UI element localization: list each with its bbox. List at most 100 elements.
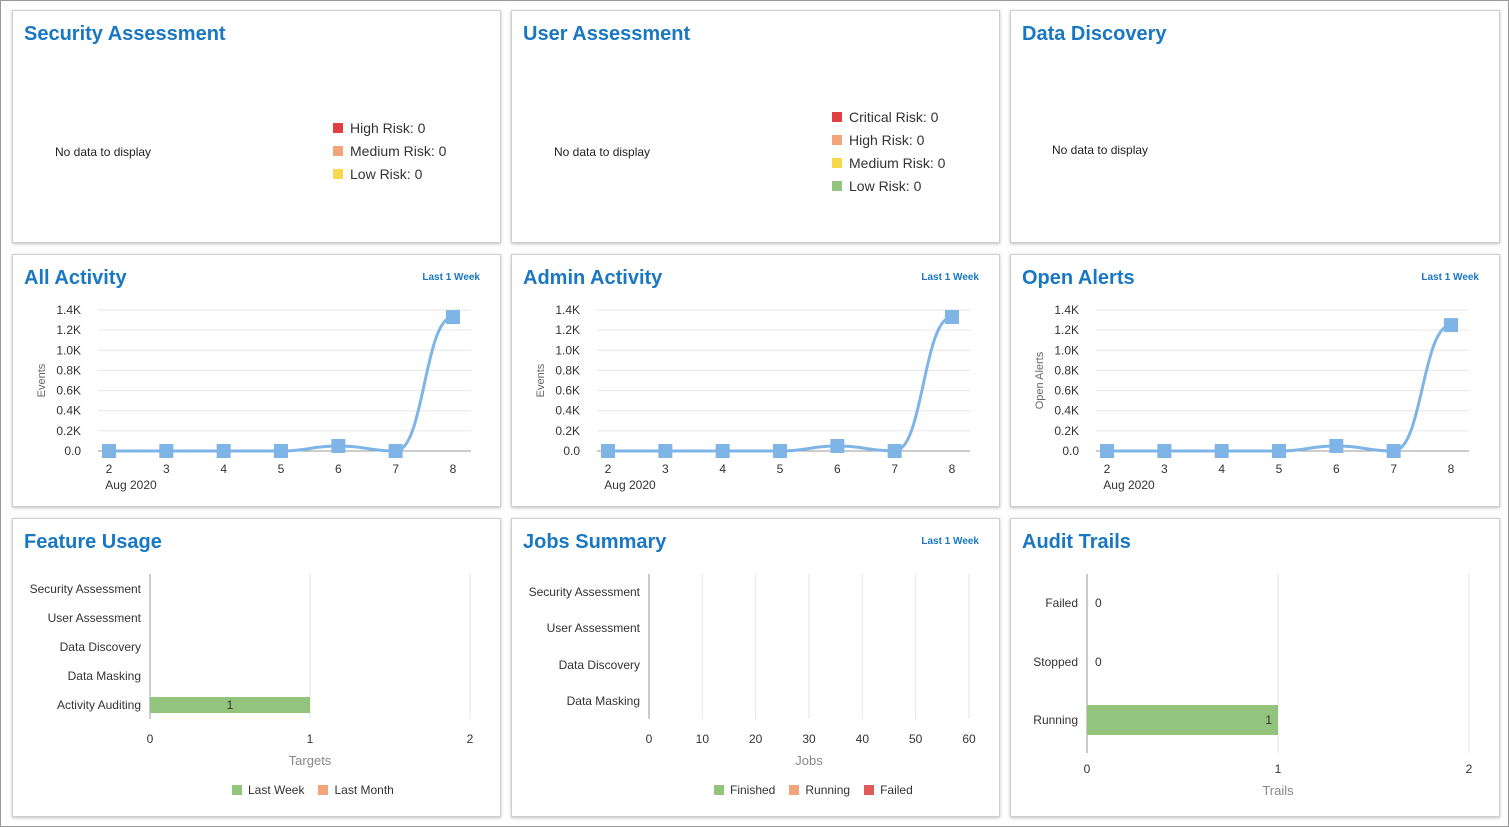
category-label: Security Assessment (30, 582, 142, 596)
medium-risk-swatch (832, 157, 842, 168)
category-label: Data Discovery (60, 640, 141, 654)
data-point-marker (887, 444, 902, 458)
category-label: User Assessment (48, 611, 142, 625)
x-tick-label: 3 (163, 462, 170, 476)
x-tick-label: 4 (1218, 462, 1225, 476)
y-tick-label: 1.0K (1054, 343, 1079, 357)
user-assessment-title[interactable]: User Assessment (523, 23, 690, 46)
data-point-marker (715, 444, 730, 458)
y-tick-label: 1.2K (555, 323, 580, 337)
data-discovery-title[interactable]: Data Discovery (1022, 23, 1167, 46)
legend-finished[interactable]: Finished (714, 783, 775, 797)
x-tick-label: 1 (307, 732, 314, 746)
data-point-marker (658, 444, 673, 458)
feature-usage-legend: Last Week Last Month (232, 783, 394, 797)
category-label: Security Assessment (529, 585, 641, 599)
admin-activity-chart: 0.0 0.2K 0.4K 0.6K 0.8K 1.0K 1.2K 1.4K Events 2 3 4… (535, 303, 970, 492)
feature-usage-card: Feature Usage 0 1 2 Targets Security Assessm… (12, 518, 501, 817)
data-label: 1 (1265, 713, 1272, 727)
legend-critical-risk[interactable]: Critical Risk: 0 (832, 105, 945, 128)
medium-risk-swatch (333, 145, 343, 156)
category-label: User Assessment (547, 621, 641, 635)
x-tick-label: 6 (335, 462, 342, 476)
y-tick-label: 0.4K (56, 404, 81, 418)
y-tick-label: 1.2K (56, 323, 81, 337)
legend-label: Medium Risk: 0 (849, 154, 946, 171)
failed-swatch (864, 785, 875, 795)
security-assessment-title[interactable]: Security Assessment (24, 23, 226, 46)
legend-failed[interactable]: Failed (864, 783, 913, 797)
feature-usage-chart: 0 1 2 Targets Security Assessment User Assess… (30, 574, 474, 768)
no-data-message: No data to display (1052, 143, 1149, 157)
data-point-marker (1214, 444, 1229, 458)
low-risk-swatch (832, 180, 842, 191)
x-axis-label: Trails (1262, 783, 1294, 798)
legend-label: Finished (730, 783, 776, 797)
jobs-summary-legend: Finished Running Failed (714, 783, 913, 797)
legend-last-month[interactable]: Last Month (318, 783, 394, 797)
data-point-marker (446, 310, 460, 325)
data-point-marker (773, 444, 787, 458)
x-tick-label: 2 (1466, 762, 1473, 776)
y-tick-label: 0.0 (64, 444, 81, 458)
x-tick-label: 5 (278, 462, 285, 476)
legend-label: Last Month (334, 783, 394, 797)
data-point-marker (1386, 444, 1401, 458)
y-tick-label: 0.0 (1062, 444, 1079, 458)
legend-label: Critical Risk: 0 (849, 108, 939, 125)
legend-low-risk[interactable]: Low Risk: 0 (333, 162, 446, 185)
y-tick-label: 0.8K (555, 363, 580, 377)
x-tick-label: 1 (1275, 762, 1282, 776)
last-week-swatch (232, 785, 242, 795)
y-tick-label: 0.4K (1054, 404, 1079, 418)
x-tick-label: 2 (106, 462, 113, 476)
y-tick-label: 0.6K (555, 384, 580, 398)
data-point-marker (1329, 438, 1344, 453)
series-line (1107, 323, 1452, 453)
legend-low-risk[interactable]: Low Risk: 0 (832, 174, 945, 197)
x-tick-label: 20 (749, 732, 763, 746)
legend-high-risk[interactable]: High Risk: 0 (832, 128, 945, 151)
critical-risk-swatch (832, 111, 842, 122)
y-tick-label: 1.4K (555, 303, 580, 317)
x-tick-label: 2 (1104, 462, 1111, 476)
category-label: Data Discovery (559, 658, 640, 672)
legend-high-risk[interactable]: High Risk: 0 (333, 116, 446, 139)
data-point-marker (601, 444, 615, 458)
open-alerts-card: Open Alerts Last 1 Week 0.0 0.2K 0.4K 0.6K 0… (1010, 254, 1500, 507)
legend-medium-risk[interactable]: Medium Risk: 0 (832, 151, 945, 174)
all-activity-chart: 0.0 0.2K 0.4K 0.6K 0.8K 1.0K 1.2K 1.4K Events 2 3 4… (36, 303, 471, 492)
x-tick-label: 7 (1390, 462, 1397, 476)
legend-last-week[interactable]: Last Week (232, 783, 304, 797)
no-data-message: No data to display (554, 145, 651, 159)
user-assessment-card: User Assessment No data to display Criti… (511, 10, 1000, 243)
category-label: Stopped (1033, 655, 1078, 669)
y-tick-label: 0.8K (1054, 363, 1079, 377)
category-label: Failed (1045, 596, 1078, 610)
finished-swatch (714, 785, 724, 795)
x-tick-label: 8 (1448, 462, 1455, 476)
jobs-summary-card: Jobs Summary Last 1 Week 0 10 20 30 40 50 60 Jo… (511, 518, 1000, 817)
x-tick-label: 30 (802, 732, 816, 746)
high-risk-swatch (333, 122, 343, 133)
x-axis-label: Jobs (795, 753, 823, 768)
x-tick-label: 0 (646, 732, 653, 746)
x-axis-label: Targets (289, 753, 332, 768)
data-point-marker (102, 444, 116, 458)
x-tick-label: 0 (1084, 762, 1091, 776)
legend-running[interactable]: Running (789, 783, 850, 797)
all-activity-card: All Activity Last 1 Week 0.0 0.2K 0.4K 0.6K… (12, 254, 501, 507)
y-tick-label: 1.0K (56, 343, 81, 357)
y-tick-label: 1.4K (1054, 303, 1079, 317)
data-point-marker (945, 310, 959, 325)
data-point-marker (159, 444, 174, 458)
legend-label: High Risk: 0 (849, 131, 925, 148)
legend-medium-risk[interactable]: Medium Risk: 0 (333, 139, 446, 162)
legend-label: Last Week (248, 783, 305, 797)
data-point-marker (1444, 318, 1458, 333)
category-label: Running (1033, 713, 1078, 727)
x-tick-label: 6 (1333, 462, 1340, 476)
data-point-marker (1100, 444, 1114, 458)
x-tick-label: 8 (949, 462, 956, 476)
y-tick-label: 0.2K (555, 424, 580, 438)
